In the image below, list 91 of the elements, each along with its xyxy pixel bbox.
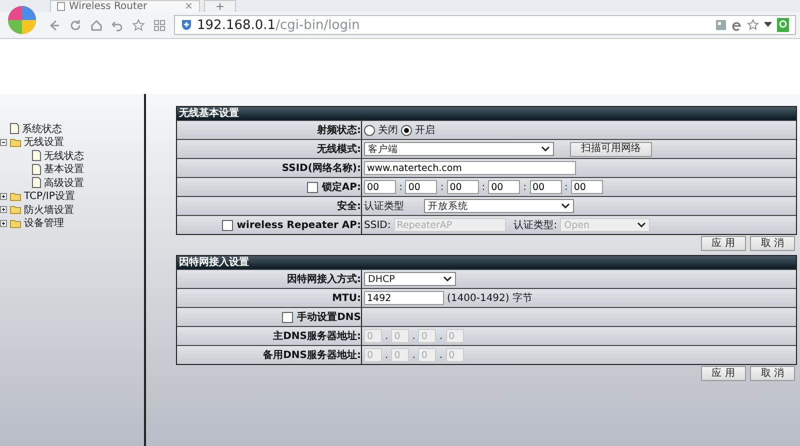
new-tab-button[interactable]: + (204, 0, 236, 12)
folder-icon (10, 205, 21, 214)
browser-tab[interactable]: Wireless Router × (50, 0, 200, 12)
expand-icon[interactable] (0, 192, 7, 200)
auth-type-label: 认证类型 (364, 200, 404, 213)
field-label: 锁定AP: (322, 180, 361, 194)
radio-button[interactable] (364, 124, 375, 136)
field-label: MTU: (332, 292, 361, 304)
section-header: 无线基本设置 (177, 107, 796, 120)
radio-label: 开启 (415, 124, 435, 137)
dropdown-icon[interactable] (764, 22, 772, 28)
cancel-button[interactable]: 取 消 (750, 236, 795, 251)
field-label: SSID(网络名称): (282, 162, 361, 175)
octet-input[interactable]: 00 (530, 180, 562, 194)
tree-item[interactable]: 设备管理 (24, 216, 64, 230)
separator: . (439, 350, 443, 360)
separator: . (412, 350, 416, 360)
checkbox[interactable] (306, 182, 318, 192)
text-input[interactable]: www.natertech.com (364, 161, 576, 175)
separator: . (385, 330, 388, 342)
separator: : (564, 182, 568, 192)
scan-button[interactable]: 扫描可用网络 (570, 142, 652, 156)
separator: . (385, 350, 388, 360)
separator: : (482, 182, 486, 192)
search-icon[interactable] (777, 18, 789, 32)
reload-icon[interactable] (69, 18, 82, 32)
tree-item[interactable]: 防火墙设置 (24, 202, 74, 217)
field-label: 因特网接入方式: (287, 272, 361, 286)
field-label: 射频状态: (317, 124, 361, 137)
range-hint: (1400-1492) 字节 (447, 292, 532, 305)
url-path: /cgi-bin/login (276, 18, 360, 32)
folder-icon (10, 218, 21, 228)
caret-icon (561, 203, 570, 209)
octet-input[interactable]: 00 (364, 180, 396, 194)
document-icon (32, 150, 41, 162)
expand-icon[interactable] (0, 206, 7, 214)
separator: . (439, 330, 443, 342)
caret-icon (541, 146, 550, 152)
separator: : (523, 182, 526, 192)
auth-select[interactable]: 开放系统 (424, 199, 574, 213)
access-select[interactable]: DHCP (364, 272, 456, 286)
apply-button[interactable]: 应 用 (700, 366, 746, 381)
field-label: 手动设置DNS (297, 310, 361, 324)
folder-icon (10, 192, 21, 201)
field-label: 备用DNS服务器地址: (263, 348, 361, 362)
octet-input[interactable]: 00 (570, 180, 603, 194)
tree-item[interactable]: 系统状态 (22, 122, 62, 136)
field-label: wireless Repeater AP: (236, 220, 361, 230)
undo-arrow-icon[interactable] (111, 18, 124, 32)
tree-item[interactable]: 基本设置 (44, 162, 84, 176)
apply-button[interactable]: 应 用 (700, 236, 746, 251)
checkbox[interactable] (282, 312, 294, 322)
auth-type-label: 认证类型: (514, 218, 558, 232)
star-icon[interactable] (747, 19, 759, 31)
radio-button[interactable] (401, 124, 412, 136)
separator: . (412, 330, 416, 342)
separator: : (399, 182, 402, 192)
caret-icon (443, 276, 452, 282)
mode-select[interactable]: 客户端 (364, 142, 554, 156)
back-arrow-icon[interactable] (48, 18, 61, 32)
tree-item[interactable]: TCP/IP设置 (24, 189, 75, 204)
octet-input[interactable]: 00 (446, 180, 479, 194)
cancel-button[interactable]: 取 消 (750, 366, 795, 381)
field-label: 主DNS服务器地址: (273, 329, 361, 343)
grid-icon[interactable] (153, 18, 166, 32)
separator: : (440, 182, 444, 192)
folder-icon (10, 138, 21, 147)
shield-icon (181, 19, 192, 31)
octet-input[interactable]: 00 (405, 180, 438, 194)
document-icon (32, 177, 41, 188)
text-input[interactable]: 1492 (364, 291, 444, 305)
radio-label: 关闭 (378, 124, 398, 137)
star-icon[interactable] (132, 18, 145, 32)
address-bar[interactable]: 192.168.0.1/cgi-bin/login (174, 15, 796, 35)
tree-item[interactable]: 无线设置 (24, 135, 64, 150)
ssid-label: SSID: (364, 220, 391, 230)
field-label: 无线模式: (317, 142, 361, 156)
document-icon (32, 164, 41, 175)
expand-icon[interactable] (0, 220, 7, 227)
document-icon (10, 123, 19, 134)
field-label: 安全: (337, 199, 361, 213)
section-header: 因特网接入设置 (177, 256, 796, 269)
checkbox[interactable] (222, 220, 233, 230)
caret-icon (637, 222, 646, 228)
home-icon[interactable] (90, 18, 103, 32)
tree-item[interactable]: 高级设置 (44, 176, 84, 190)
e-logo-icon[interactable] (731, 20, 742, 30)
url-host: 192.168.0.1 (197, 18, 276, 32)
tree-item[interactable]: 无线状态 (44, 148, 84, 163)
octet-input[interactable]: 00 (488, 180, 520, 194)
collapse-icon[interactable] (0, 138, 7, 146)
